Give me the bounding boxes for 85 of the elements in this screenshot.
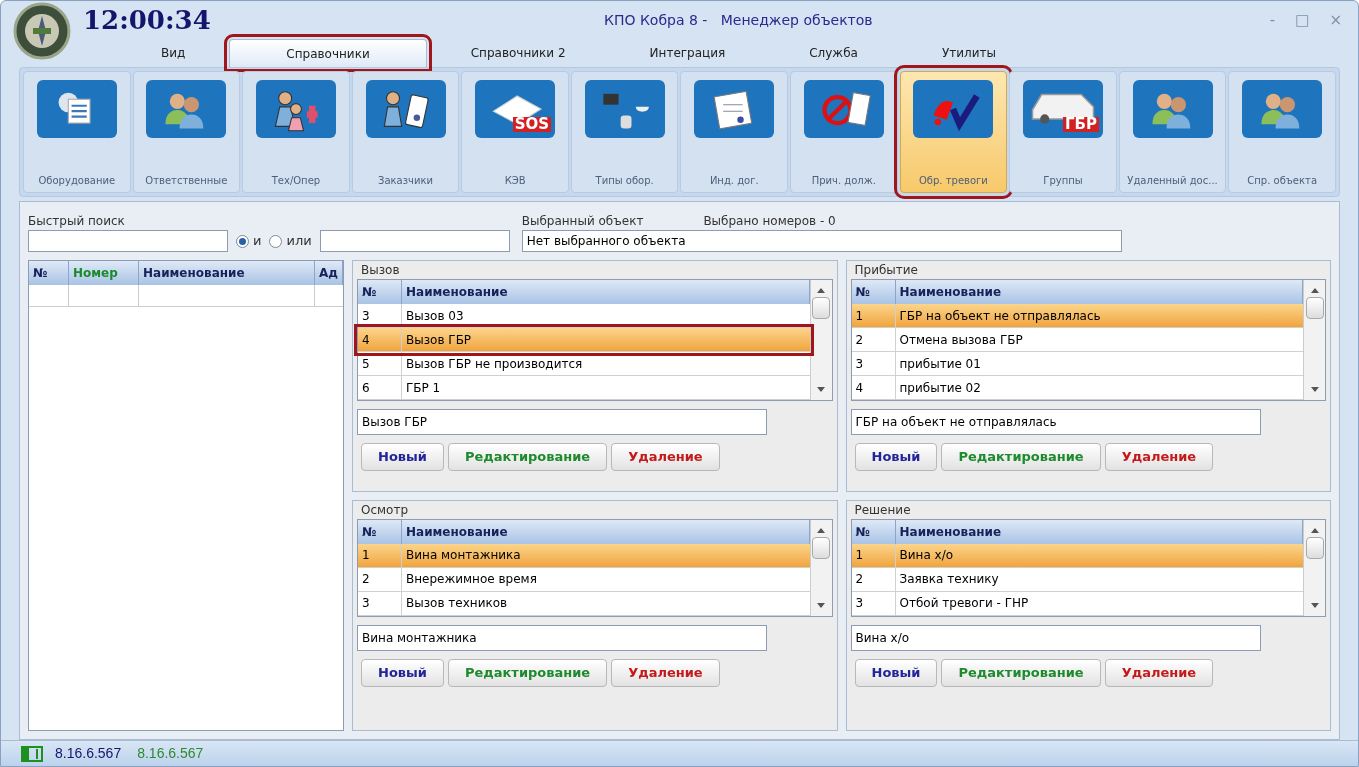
ribbon-tab[interactable]: Утилиты bbox=[901, 39, 1036, 67]
ribbon-button[interactable]: Типы обор. bbox=[570, 71, 679, 193]
column-header[interactable]: Ад bbox=[315, 261, 343, 285]
scrollbar[interactable] bbox=[809, 519, 832, 616]
name-field[interactable]: Вина монтажника bbox=[357, 624, 767, 651]
column-header[interactable]: Наименование bbox=[139, 261, 315, 285]
new-button[interactable]: Новый bbox=[854, 443, 938, 471]
selected-object-label: Выбранный объект bbox=[521, 213, 644, 230]
panel-title: Прибытие bbox=[853, 262, 919, 279]
panel-title: Осмотр bbox=[360, 501, 410, 519]
scroll-down-arrow-icon[interactable] bbox=[1310, 387, 1319, 392]
panel-title: Вызов bbox=[360, 262, 401, 279]
ribbon-button[interactable]: Спр. объекта bbox=[1228, 71, 1336, 193]
edit-button[interactable]: Редактирование bbox=[447, 658, 608, 687]
scroll-down-arrow-icon[interactable] bbox=[1310, 602, 1319, 608]
ribbon-button[interactable]: Тех/Опер bbox=[242, 71, 350, 193]
quick-search-label: Быстрый поиск bbox=[28, 213, 126, 230]
ribbon-tab[interactable]: Интеграция bbox=[609, 39, 766, 67]
name-field[interactable]: Вина х/о bbox=[850, 624, 1261, 651]
ribbon-button[interactable]: Инд. дог. bbox=[680, 71, 789, 193]
new-button[interactable]: Новый bbox=[361, 443, 444, 471]
version-label: 8.16.6.567 bbox=[137, 744, 204, 763]
ribbon-button[interactable]: Удаленный дос... bbox=[1118, 71, 1227, 193]
ribbon-button[interactable]: Ответственные bbox=[132, 71, 241, 193]
scrollbar[interactable] bbox=[1303, 280, 1325, 400]
table-row[interactable]: 2 Внережимное время bbox=[358, 567, 810, 592]
ribbon-button[interactable]: ГБР Группы bbox=[1009, 71, 1117, 193]
edit-button[interactable]: Редактирование bbox=[447, 443, 608, 471]
name-field[interactable]: ГБР на объект не отправлялась bbox=[850, 409, 1261, 435]
table-row[interactable]: 3 Вызов техников bbox=[358, 591, 810, 616]
edit-button[interactable]: Редактирование bbox=[941, 443, 1101, 471]
column-header[interactable]: № bbox=[851, 519, 896, 544]
indicator-icon bbox=[21, 745, 43, 762]
radio-option[interactable]: или bbox=[269, 231, 312, 251]
ribbon-button[interactable]: SOS КЭВ bbox=[461, 71, 569, 193]
version-label: 8.16.6.567 bbox=[55, 744, 122, 763]
emblem-icon bbox=[13, 2, 71, 60]
column-header[interactable]: № bbox=[358, 519, 402, 544]
table-row[interactable]: 3 Отбой тревоги - ГНР bbox=[851, 591, 1303, 616]
delete-button[interactable]: Удаление bbox=[611, 443, 720, 471]
column-header[interactable]: Наименование bbox=[402, 519, 810, 544]
ribbon-button[interactable]: Оборудование bbox=[23, 71, 131, 193]
radio-option[interactable]: и bbox=[236, 231, 262, 251]
clock: 12:00:34 bbox=[83, 3, 211, 37]
icon-label: ГБР bbox=[1063, 117, 1099, 132]
ribbon-button[interactable]: Прич. долж. bbox=[790, 71, 898, 193]
panel-title: Решение bbox=[853, 501, 912, 519]
delete-button[interactable]: Удаление bbox=[611, 658, 720, 687]
ribbon-tab[interactable]: Служба bbox=[769, 39, 898, 67]
scroll-thumb[interactable] bbox=[1305, 536, 1324, 559]
table-row[interactable]: 2 Заявка технику bbox=[851, 567, 1303, 592]
new-button[interactable]: Новый bbox=[854, 658, 938, 687]
new-button[interactable]: Новый bbox=[361, 658, 444, 687]
icon-label: SOS bbox=[512, 117, 552, 132]
selected-object-field[interactable]: Нет выбранного объекта bbox=[521, 230, 1122, 252]
scroll-down-arrow-icon[interactable] bbox=[817, 387, 825, 392]
name-field[interactable]: Вызов ГБР bbox=[357, 409, 767, 435]
scroll-thumb[interactable] bbox=[812, 297, 830, 319]
table-row[interactable]: 6 ГБР 1 bbox=[358, 376, 810, 400]
table-row[interactable]: 1 Вина монтажника bbox=[358, 543, 810, 568]
scroll-thumb[interactable] bbox=[1305, 297, 1324, 319]
table-row[interactable]: 1 Вина х/о bbox=[851, 543, 1303, 568]
table-row[interactable]: 1 ГБР на объект не отправлялась bbox=[851, 304, 1303, 328]
search-field[interactable] bbox=[28, 230, 228, 252]
table-row[interactable]: 4 прибытие 02 bbox=[851, 376, 1303, 400]
ribbon-tab[interactable]: Справочники 2 bbox=[430, 39, 606, 67]
table-row[interactable]: 2 Отмена вызова ГБР bbox=[851, 328, 1303, 352]
ribbon-button[interactable]: Заказчики bbox=[351, 71, 460, 193]
scrollbar[interactable] bbox=[1303, 519, 1325, 616]
delete-button[interactable]: Удаление bbox=[1104, 443, 1214, 471]
edit-button[interactable]: Редактирование bbox=[941, 658, 1101, 687]
scroll-down-arrow-icon[interactable] bbox=[817, 602, 825, 608]
ribbon-tab[interactable]: Вид bbox=[121, 39, 226, 67]
window-title: КПО Кобра 8 - Менеджер объектов bbox=[603, 10, 874, 30]
scroll-up-arrow-icon[interactable] bbox=[1310, 288, 1319, 293]
search-field[interactable] bbox=[319, 230, 510, 252]
column-header[interactable]: № bbox=[29, 261, 69, 285]
scroll-up-arrow-icon[interactable] bbox=[817, 527, 825, 533]
scroll-thumb[interactable] bbox=[812, 536, 830, 559]
scroll-up-arrow-icon[interactable] bbox=[1310, 527, 1319, 533]
scroll-up-arrow-icon[interactable] bbox=[817, 288, 825, 293]
table-row[interactable]: 5 Вызов ГБР не производится bbox=[358, 352, 810, 376]
delete-button[interactable]: Удаление bbox=[1104, 658, 1214, 687]
selected-count-label: Выбрано номеров - 0 bbox=[703, 213, 836, 230]
table-row[interactable]: 3 прибытие 01 bbox=[851, 352, 1303, 376]
